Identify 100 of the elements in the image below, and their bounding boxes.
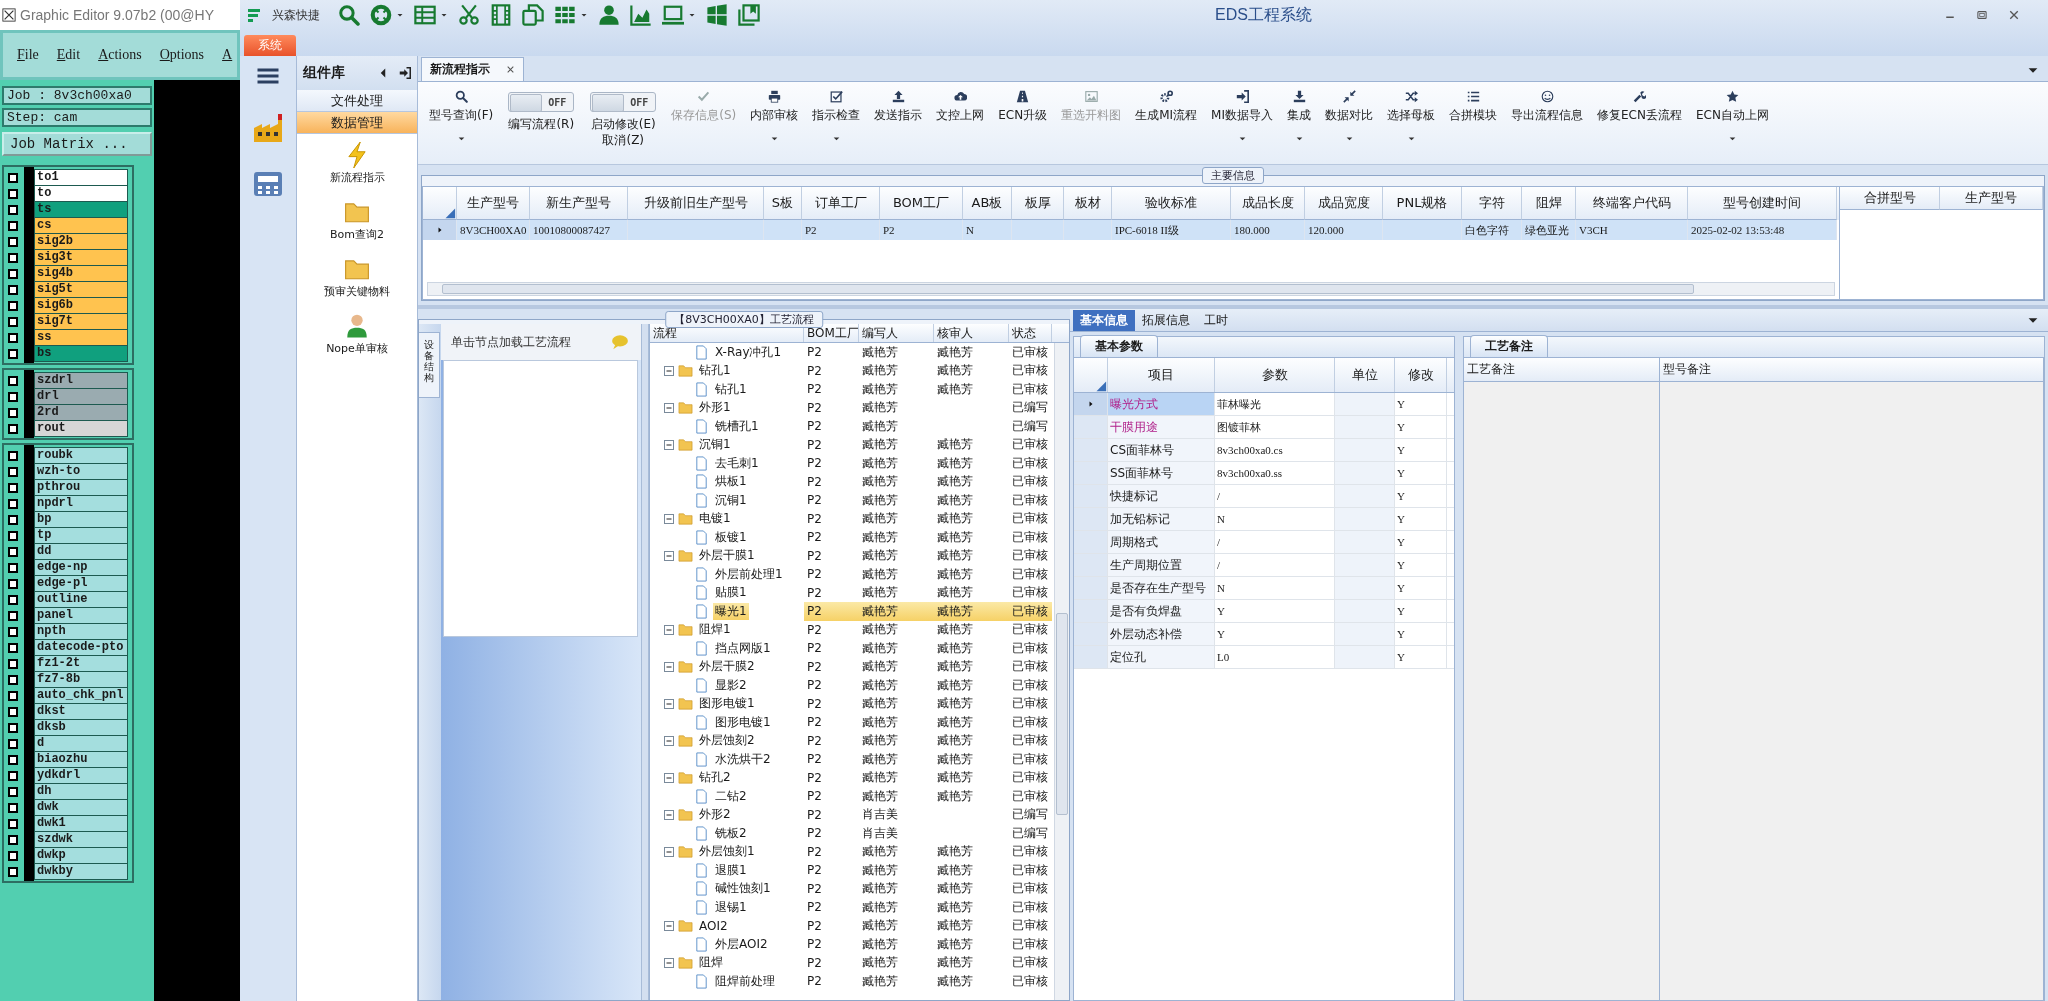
layer-checkbox[interactable] [8,706,18,717]
menu-item[interactable]: File [17,47,39,63]
collapse-icon[interactable] [664,846,674,857]
column-header[interactable]: 生产型号 [1940,187,2043,210]
layer-checkbox[interactable] [8,204,18,215]
tree-node[interactable]: 沉铜1 [713,491,749,509]
column-header[interactable]: 合拼型号 [1840,187,1940,210]
layer-checkbox[interactable] [8,786,18,797]
tree-node[interactable]: 钻孔1 [697,362,733,380]
layer-checkbox[interactable] [8,268,18,279]
layer-checkbox[interactable] [8,626,18,637]
layer-checkbox[interactable] [8,738,18,749]
toolbar-button[interactable]: 修复ECN丢流程 [1590,88,1689,139]
layer-checkbox[interactable] [8,674,18,685]
toolbar-button[interactable]: ECN升级 [991,88,1055,139]
layer-checkbox[interactable] [8,284,18,295]
layer-checkbox[interactable] [8,754,18,765]
tree-node[interactable]: 钻孔2 [697,769,733,787]
tree-node[interactable]: 图形电镀1 [697,695,757,713]
caret-icon[interactable] [396,11,404,19]
library-item[interactable]: 新流程指示 [329,170,385,185]
column-header[interactable]: 单位 [1335,358,1395,392]
person-icon[interactable] [344,313,370,339]
layer-checkbox[interactable] [8,466,18,477]
tree-node[interactable]: 外形1 [697,399,733,417]
layer-checkbox[interactable] [8,546,18,557]
column-header[interactable]: 工艺备注 [1464,358,1660,382]
layer-checkbox[interactable] [8,450,18,461]
toolbar-button[interactable]: 生成MI流程 [1128,88,1205,139]
menu-item[interactable]: Options [159,47,205,63]
layer-checkbox[interactable] [8,722,18,733]
laptop-icon[interactable] [662,4,684,26]
layer-checkbox[interactable] [8,498,18,509]
toggle-switch[interactable]: OFF [508,92,575,112]
tree-node[interactable]: 退膜1 [713,861,749,879]
tree-node[interactable]: 板镀1 [713,528,749,546]
collapse-icon[interactable] [664,365,674,376]
layer-checkbox[interactable] [8,220,18,231]
tree-node[interactable]: 沉铜1 [697,436,733,454]
toggle-switch[interactable]: OFF [590,92,657,112]
column-header[interactable]: 项目 [1108,358,1215,392]
sign-in-icon[interactable] [399,67,411,79]
layer-checkbox[interactable] [8,802,18,813]
column-header[interactable]: 核审人 [934,324,1009,342]
layer-checkbox[interactable] [8,578,18,589]
toolbar-button[interactable]: 指示检查 [805,88,868,145]
collapse-icon[interactable] [664,513,674,524]
tree-node[interactable]: 挡点网版1 [713,639,773,657]
layer-checkbox[interactable] [8,252,18,263]
toolbar-button[interactable]: 集成 [1280,88,1318,145]
collapse-icon[interactable] [664,550,674,561]
tree-node[interactable]: 阻焊 [697,954,725,972]
caret-icon[interactable] [688,11,696,19]
tab[interactable]: 基本参数 [1080,335,1158,357]
windows-icon[interactable] [706,4,728,26]
layer-name[interactable]: dwkby [34,863,128,880]
collapse-icon[interactable] [664,661,674,672]
copy-icon[interactable] [522,4,544,26]
factory-icon[interactable] [252,112,284,144]
collapse-icon[interactable] [664,402,674,413]
tab[interactable]: 基本信息 [1073,310,1135,331]
layer-checkbox[interactable] [8,530,18,541]
tree-node[interactable]: 外层干膜2 [697,658,757,676]
job-matrix-button[interactable]: Job Matrix ... [2,132,152,156]
close-icon[interactable] [2008,9,2020,21]
caret-icon[interactable] [440,11,448,19]
collapse-icon[interactable] [664,809,674,820]
tree-node[interactable]: X-Ray冲孔1 [713,343,784,361]
maximize-icon[interactable] [1976,9,1988,21]
library-item[interactable]: Bom查询2 [330,227,384,242]
bookmark-icon[interactable] [738,4,760,26]
toolbar-button[interactable]: ECN自动上网 [1688,88,1776,145]
tree-node[interactable]: 外层前处理1 [713,565,785,583]
layer-checkbox[interactable] [8,172,18,183]
layer-checkbox[interactable] [8,407,18,418]
column-header[interactable]: 状态 [1009,324,1052,342]
layer-name[interactable]: bs [34,345,128,362]
layer-checkbox[interactable] [8,236,18,247]
toolbar-button[interactable]: 选择母板 [1380,88,1442,145]
tab-label[interactable]: 新流程指示 [430,61,490,78]
scissors-icon[interactable] [458,4,480,26]
layer-checkbox[interactable] [8,482,18,493]
tree-node[interactable]: 图形电镀1 [713,713,773,731]
tree-node[interactable]: 外层蚀刻1 [697,843,757,861]
grid-icon[interactable] [554,4,576,26]
tree-node[interactable]: AOI2 [697,918,730,933]
column-header[interactable]: 修改 [1395,358,1447,392]
layer-checkbox[interactable] [8,690,18,701]
tree-node[interactable]: 外形2 [697,806,733,824]
layer-checkbox[interactable] [8,316,18,327]
layer-checkbox[interactable] [8,850,18,861]
toolbar-button[interactable]: 发送指示 [867,88,930,139]
column-header[interactable]: BOM工厂 [804,324,859,342]
layer-name[interactable]: rout [34,420,128,437]
close-icon[interactable] [506,65,515,74]
toolbar-button[interactable]: MI数据导入 [1204,88,1280,145]
collapse-icon[interactable] [664,957,674,968]
menu-item[interactable]: Edit [56,47,81,63]
library-item[interactable]: 预审关键物料 [324,284,390,299]
tree-node[interactable]: 阻焊1 [697,621,733,639]
